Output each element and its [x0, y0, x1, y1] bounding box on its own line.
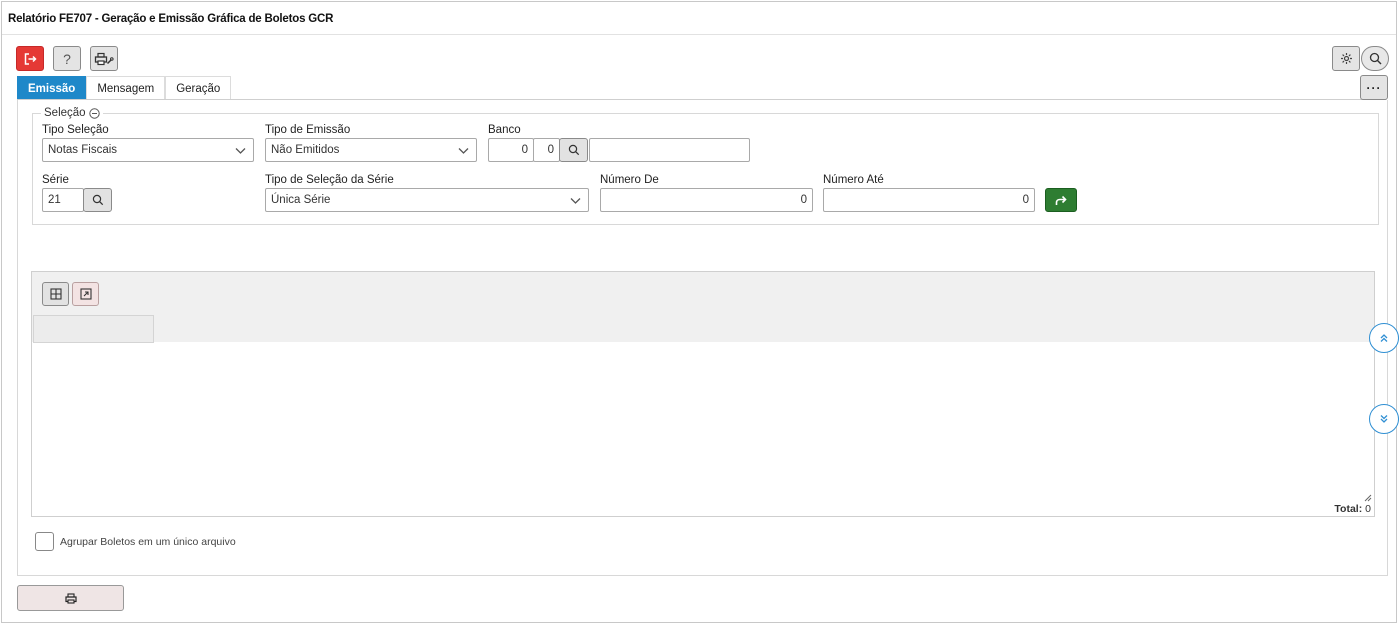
- scroll-bottom-button[interactable]: [1369, 404, 1399, 434]
- tipo-selecao-serie-select[interactable]: Única Série: [265, 188, 589, 212]
- double-chevron-up-icon: [1380, 334, 1388, 342]
- total-value: 0: [1365, 503, 1371, 515]
- banco-label: Banco: [488, 124, 521, 136]
- chevron-down-icon: [235, 148, 246, 154]
- tipo-selecao-select[interactable]: Notas Fiscais: [42, 138, 254, 162]
- help-button[interactable]: ?: [53, 46, 81, 71]
- page-title: Relatório FE707 - Geração e Emissão Gráf…: [8, 13, 334, 25]
- selecao-legend-label: Seleção: [44, 107, 86, 119]
- more-options-button[interactable]: ···: [1360, 75, 1388, 100]
- banco-description-field[interactable]: [589, 138, 750, 162]
- selecao-legend[interactable]: Seleção: [41, 107, 103, 119]
- title-divider: [2, 34, 1396, 35]
- agrupar-label: Agrupar Boletos em um único arquivo: [60, 535, 236, 548]
- resize-handle-icon[interactable]: [1364, 494, 1372, 502]
- double-chevron-down-icon: [1380, 415, 1388, 423]
- exit-button[interactable]: [16, 46, 44, 71]
- serie-search-button[interactable]: [83, 188, 112, 212]
- banco-code-input[interactable]: 0: [488, 138, 534, 162]
- tipo-selecao-serie-value: Única Série: [271, 194, 331, 206]
- numero-ate-label: Número Até: [823, 174, 884, 186]
- tab-bar: Emissão Mensagem Geração: [17, 76, 232, 100]
- agrupar-checkbox[interactable]: [35, 532, 54, 551]
- tab-emissao[interactable]: Emissão: [17, 76, 87, 100]
- serie-label: Série: [42, 174, 69, 186]
- chevron-down-icon: [458, 148, 469, 154]
- printer-icon: [64, 592, 77, 604]
- grid-icon: [49, 288, 62, 300]
- numero-de-label: Número De: [600, 174, 659, 186]
- grid-columns-button[interactable]: [42, 282, 69, 306]
- tipo-emissao-value: Não Emitidos: [271, 144, 340, 156]
- total-label: Total:: [1334, 503, 1363, 515]
- search-button[interactable]: [1361, 46, 1389, 71]
- tipo-emissao-label: Tipo de Emissão: [265, 124, 351, 136]
- search-icon: [568, 144, 579, 156]
- exit-icon: [24, 52, 37, 65]
- grid-export-button[interactable]: [72, 282, 99, 306]
- grid-toolbar: [32, 272, 1374, 343]
- forward-arrow-icon: [1055, 195, 1067, 205]
- search-icon: [92, 194, 103, 206]
- printer-settings-button[interactable]: [90, 46, 118, 71]
- chevron-down-icon: [570, 198, 581, 204]
- boletos-grid: Total: 0: [31, 271, 1375, 517]
- print-button[interactable]: [17, 585, 124, 611]
- gear-icon: [1340, 53, 1352, 64]
- settings-button[interactable]: [1332, 46, 1360, 71]
- tab-mensagem[interactable]: Mensagem: [86, 76, 166, 100]
- numero-ate-input[interactable]: 0: [823, 188, 1035, 212]
- search-icon: [1369, 52, 1381, 65]
- apply-selection-button[interactable]: [1045, 188, 1077, 212]
- help-icon: ?: [63, 50, 71, 67]
- collapse-icon: [88, 107, 100, 119]
- scroll-top-button[interactable]: [1369, 323, 1399, 353]
- printer-settings-icon: [94, 52, 114, 65]
- report-window: Relatório FE707 - Geração e Emissão Gráf…: [1, 1, 1399, 623]
- tab-geracao[interactable]: Geração: [165, 76, 232, 100]
- tipo-selecao-label: Tipo Seleção: [42, 124, 109, 136]
- serie-input[interactable]: 21: [42, 188, 84, 212]
- agrupar-option[interactable]: Agrupar Boletos em um único arquivo: [35, 532, 236, 551]
- banco-agencia-input[interactable]: 0: [533, 138, 560, 162]
- tipo-selecao-serie-label: Tipo de Seleção da Série: [265, 174, 394, 186]
- export-icon: [79, 288, 92, 300]
- numero-de-input[interactable]: 0: [600, 188, 813, 212]
- grid-total: Total: 0: [1334, 503, 1371, 515]
- selecao-fieldset: Seleção Tipo Seleção Notas Fiscais Tipo …: [32, 107, 1379, 225]
- grid-header-cell[interactable]: [33, 315, 154, 343]
- tab-panel-emissao: Seleção Tipo Seleção Notas Fiscais Tipo …: [17, 100, 1388, 576]
- banco-search-button[interactable]: [559, 138, 588, 162]
- tipo-emissao-select[interactable]: Não Emitidos: [265, 138, 477, 162]
- tipo-selecao-value: Notas Fiscais: [48, 144, 118, 156]
